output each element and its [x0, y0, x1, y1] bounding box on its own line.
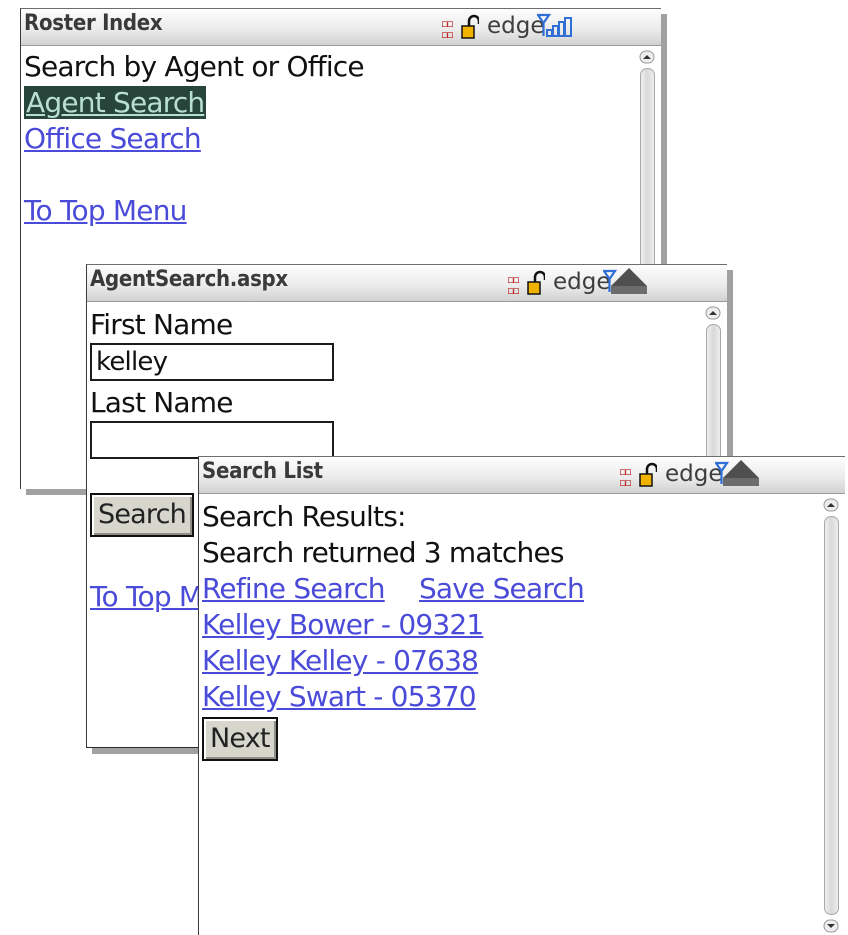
lock-icon — [527, 270, 545, 295]
lock-icon — [639, 462, 657, 487]
signal-icon — [537, 13, 572, 37]
result-link[interactable]: Kelley Swart - 05370 — [202, 680, 477, 713]
carrier-label: edge — [487, 13, 545, 39]
refine-search-link[interactable]: Refine Search — [202, 572, 386, 605]
scroll-up-indicator-icon — [611, 268, 647, 294]
first-name-label: First Name — [90, 308, 233, 341]
scroll-up-arrow-icon[interactable] — [822, 498, 840, 512]
last-name-label: Last Name — [90, 386, 233, 419]
search-results: Search Results: Search returned 3 matche… — [202, 499, 585, 761]
scroll-up-arrow-icon[interactable] — [638, 50, 656, 64]
status-icons: ▫▫ ▫▫ edge — [619, 460, 845, 488]
result-link[interactable]: Kelley Bower - 09321 — [202, 608, 484, 641]
page-title: Roster Index — [24, 11, 163, 36]
carrier-label: edge — [665, 461, 723, 487]
roster-content: Search by Agent or Office Agent Search O… — [24, 49, 365, 229]
network-icon: ▫▫ ▫▫ — [441, 17, 454, 41]
top-menu-link[interactable]: To Top Menu — [24, 194, 187, 227]
lock-icon — [461, 14, 479, 39]
next-button[interactable]: Next — [202, 717, 278, 761]
save-search-link[interactable]: Save Search — [419, 572, 585, 605]
search-button[interactable]: Search — [90, 493, 194, 537]
page-title: AgentSearch.aspx — [90, 267, 288, 292]
results-label: Search Results: — [202, 500, 406, 533]
results-summary: Search returned 3 matches — [202, 536, 565, 569]
result-link[interactable]: Kelley Kelley - 07638 — [202, 644, 479, 677]
scroll-track[interactable] — [824, 516, 839, 915]
network-icon: ▫▫ ▫▫ — [619, 465, 632, 489]
carrier-label: edge — [553, 269, 611, 295]
agent-search-link[interactable]: Agent Search — [24, 86, 207, 119]
scroll-down-arrow-icon[interactable] — [822, 919, 840, 933]
scroll-up-indicator-icon — [723, 460, 759, 486]
title-bar: Search List ▫▫ ▫▫ edge — [199, 457, 845, 494]
heading: Search by Agent or Office — [24, 50, 365, 83]
scrollbar[interactable] — [819, 494, 845, 935]
title-bar: AgentSearch.aspx ▫▫ ▫▫ edge — [87, 265, 727, 302]
last-name-field[interactable] — [90, 421, 334, 459]
scroll-up-arrow-icon[interactable] — [704, 306, 722, 320]
title-bar: Roster Index ▫▫ ▫▫ edge — [21, 9, 661, 46]
status-icons: ▫▫ ▫▫ edge — [507, 268, 727, 296]
office-search-link[interactable]: Office Search — [24, 122, 202, 155]
search-list-screen: Search List ▫▫ ▫▫ edge Search Results: S… — [198, 456, 845, 935]
first-name-field[interactable]: kelley — [90, 343, 334, 381]
network-icon: ▫▫ ▫▫ — [507, 273, 520, 297]
status-icons: ▫▫ ▫▫ edge — [441, 12, 661, 40]
page-title: Search List — [202, 459, 323, 484]
search-actions: Refine Search Save Search — [202, 571, 585, 607]
